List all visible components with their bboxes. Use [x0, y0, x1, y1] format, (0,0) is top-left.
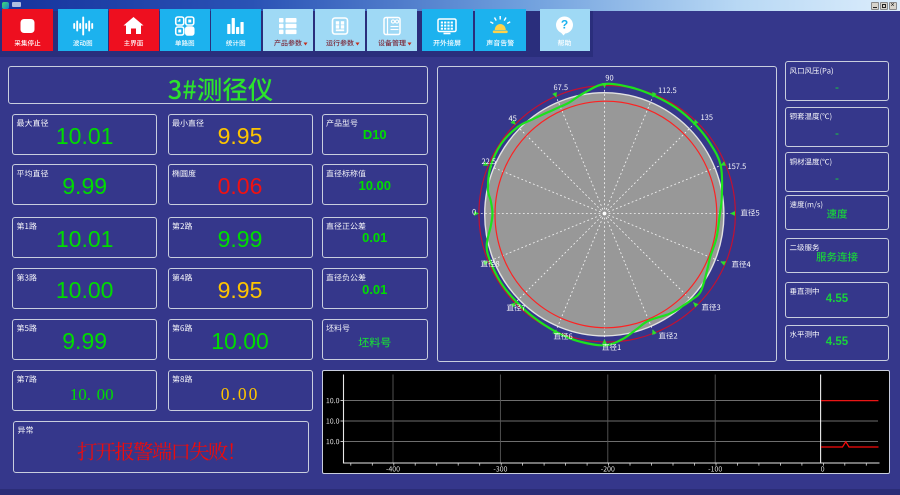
svg-text:?: ? — [561, 18, 568, 32]
